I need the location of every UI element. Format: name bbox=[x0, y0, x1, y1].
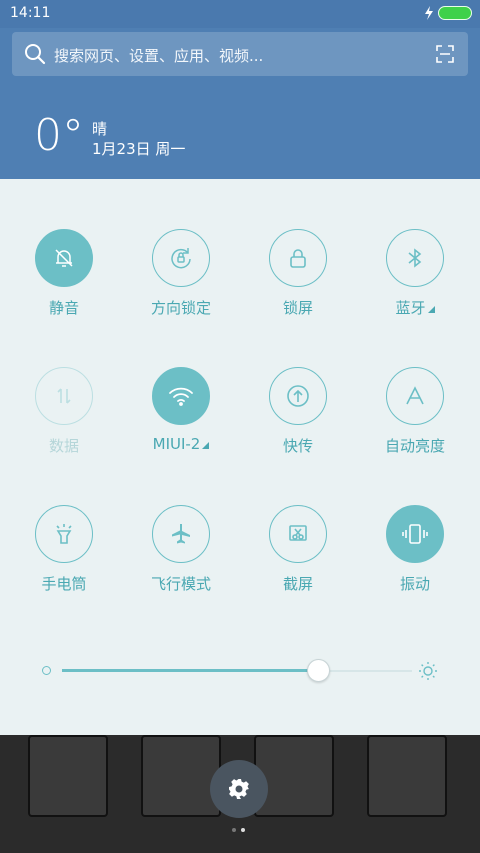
tile-mobile-data[interactable]: 数据 bbox=[6, 367, 122, 456]
tile-auto-brightness[interactable]: 自动亮度 bbox=[357, 367, 473, 456]
page-dot bbox=[232, 828, 236, 832]
tile-label: 快传 bbox=[282, 437, 313, 455]
flashlight-icon bbox=[35, 505, 93, 563]
tile-silent[interactable]: 静音 bbox=[6, 229, 122, 318]
quick-settings-panel: 静音 方向锁定 锁屏 蓝牙 数据 MIUI-2 快传 自动亮度 手电筒 飞行模式… bbox=[0, 179, 480, 735]
tile-rotation-lock[interactable]: 方向锁定 bbox=[123, 229, 239, 318]
tile-flashlight[interactable]: 手电筒 bbox=[6, 505, 122, 594]
brightness-high-icon bbox=[419, 662, 437, 680]
wifi-icon bbox=[152, 367, 210, 425]
weather-temperature: 0° bbox=[34, 110, 84, 161]
vibrate-icon bbox=[386, 505, 444, 563]
tile-bluetooth[interactable]: 蓝牙 bbox=[357, 229, 473, 318]
tile-quick-transfer[interactable]: 快传 bbox=[240, 367, 356, 456]
brightness-thumb[interactable] bbox=[306, 659, 330, 682]
phone-icon[interactable] bbox=[28, 735, 108, 817]
scan-icon[interactable] bbox=[436, 45, 454, 63]
tile-label: 数据 bbox=[48, 437, 79, 455]
lock-icon bbox=[269, 229, 327, 287]
tile-wifi[interactable]: MIUI-2 bbox=[123, 367, 239, 453]
tile-lock-screen[interactable]: 锁屏 bbox=[240, 229, 356, 318]
status-bar: 14:11 bbox=[0, 0, 480, 28]
airplane-icon bbox=[152, 505, 210, 563]
mobile-data-icon bbox=[35, 367, 93, 425]
search-bar[interactable]: 搜索网页、设置、应用、视频... bbox=[12, 32, 468, 76]
bell-off-icon bbox=[35, 229, 93, 287]
browser-icon[interactable] bbox=[141, 735, 221, 817]
search-input[interactable]: 搜索网页、设置、应用、视频... bbox=[54, 45, 263, 66]
tile-label: 自动亮度 bbox=[384, 437, 445, 455]
camera-icon[interactable] bbox=[367, 735, 447, 817]
status-time: 14:11 bbox=[10, 5, 51, 21]
tile-airplane-mode[interactable]: 飞行模式 bbox=[123, 505, 239, 594]
tile-label: 锁屏 bbox=[282, 299, 313, 317]
expand-triangle-icon bbox=[202, 442, 210, 449]
auto-brightness-icon bbox=[386, 367, 444, 425]
messages-icon[interactable] bbox=[254, 735, 334, 817]
bluetooth-icon bbox=[386, 229, 444, 287]
tile-label: 飞行模式 bbox=[150, 575, 211, 593]
brightness-slider[interactable] bbox=[40, 659, 450, 683]
tile-label: 静音 bbox=[48, 299, 79, 317]
settings-button[interactable] bbox=[210, 760, 268, 818]
tile-screenshot[interactable]: 截屏 bbox=[240, 505, 356, 594]
tile-vibrate[interactable]: 振动 bbox=[357, 505, 473, 594]
tile-label: 截屏 bbox=[282, 575, 313, 593]
transfer-icon bbox=[269, 367, 327, 425]
search-icon bbox=[25, 44, 46, 65]
tile-label: MIUI-2 bbox=[123, 435, 239, 453]
weather-date: 1月23日 周一 bbox=[92, 140, 186, 158]
expand-triangle-icon bbox=[427, 306, 435, 313]
status-icons bbox=[424, 6, 472, 20]
brightness-low-icon bbox=[42, 666, 51, 675]
charging-bolt-icon bbox=[425, 6, 433, 20]
weather-condition: 晴 bbox=[92, 120, 108, 138]
tile-label: 蓝牙 bbox=[357, 297, 473, 318]
battery-charging-icon bbox=[438, 6, 472, 20]
tile-label: 手电筒 bbox=[41, 575, 87, 593]
gear-icon bbox=[229, 779, 249, 799]
rotation-lock-icon bbox=[152, 229, 210, 287]
brightness-fill bbox=[62, 669, 318, 672]
page-dot-active bbox=[241, 828, 245, 832]
tile-label: 方向锁定 bbox=[150, 299, 211, 317]
tile-label: 振动 bbox=[399, 575, 430, 593]
screenshot-icon bbox=[269, 505, 327, 563]
page-indicator bbox=[232, 828, 245, 832]
